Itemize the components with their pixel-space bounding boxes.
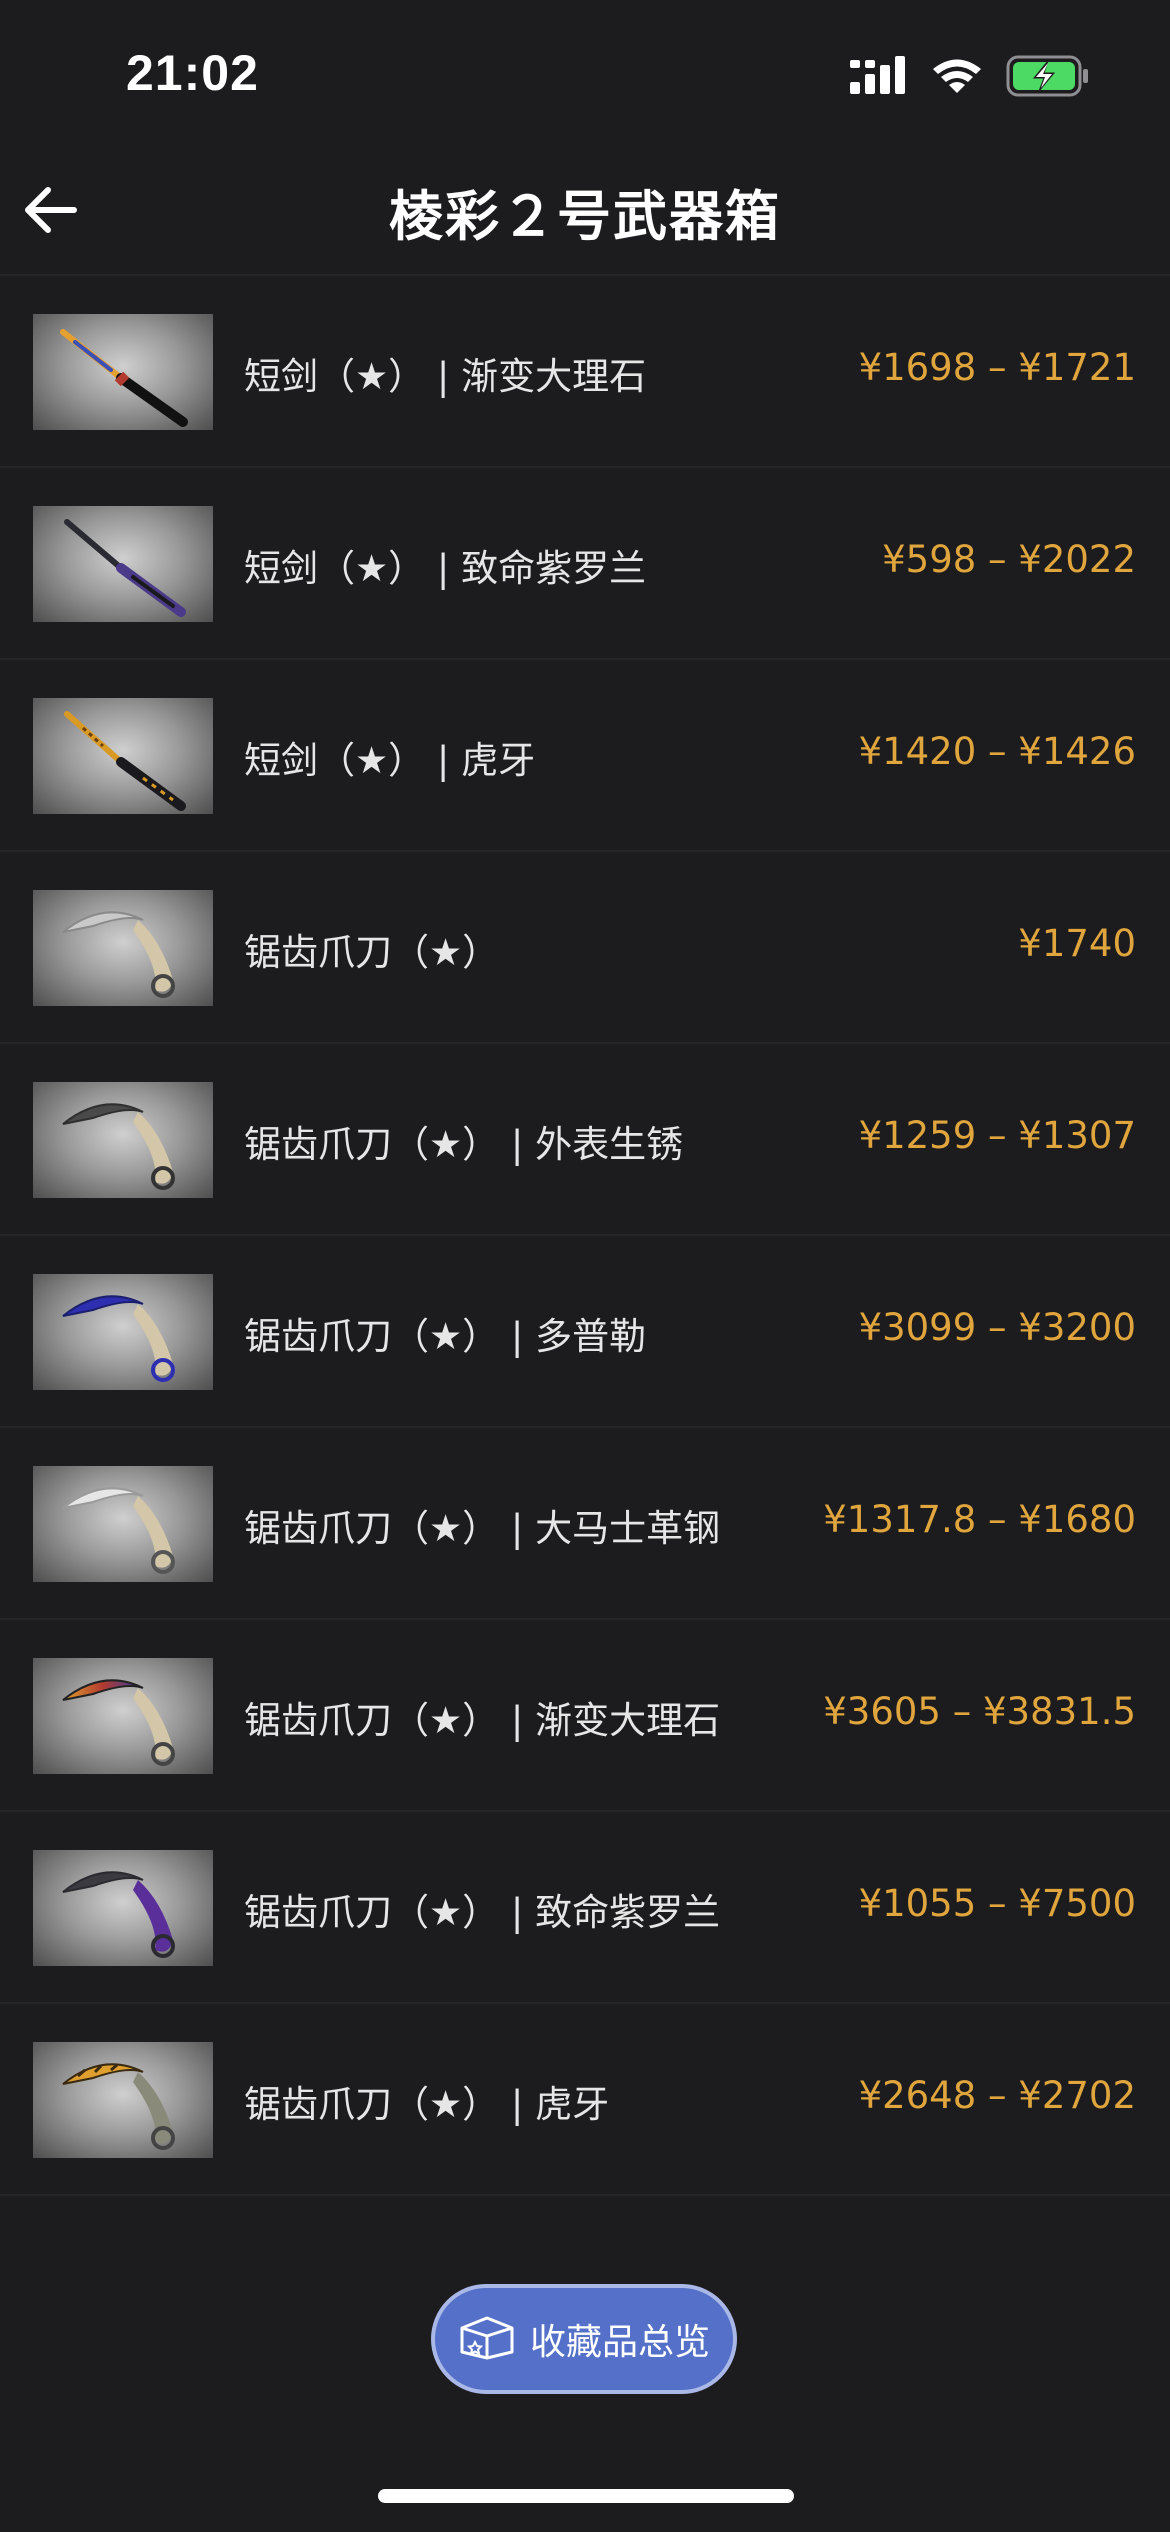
home-indicator bbox=[378, 2489, 794, 2503]
list-item[interactable]: 短剑（★） | 虎牙 ¥1420 – ¥1426 bbox=[0, 660, 1170, 852]
status-bar: 21:02 bbox=[0, 0, 1170, 150]
list-item[interactable]: 锯齿爪刀（★） | 大马士革钢 ¥1317.8 – ¥1680 bbox=[0, 1428, 1170, 1620]
item-price: ¥1740 bbox=[1018, 922, 1136, 965]
karambit-icon bbox=[62, 1871, 175, 1958]
item-price: ¥1055 – ¥7500 bbox=[858, 1882, 1136, 1925]
item-thumbnail bbox=[33, 314, 213, 430]
list-item[interactable]: 短剑（★） | 致命紫罗兰 ¥598 – ¥2022 bbox=[0, 468, 1170, 660]
item-name: 锯齿爪刀（★） | 大马士革钢 bbox=[244, 1507, 721, 1550]
list-item[interactable]: 锯齿爪刀（★） | 虎牙 ¥2648 – ¥2702 bbox=[0, 2004, 1170, 2196]
item-price: ¥1259 – ¥1307 bbox=[858, 1114, 1136, 1157]
collection-overview-button[interactable]: 收藏品总览 bbox=[431, 2284, 737, 2394]
item-name: 锯齿爪刀（★） | 渐变大理石 bbox=[244, 1699, 721, 1742]
box-icon bbox=[458, 2314, 516, 2364]
item-thumbnail bbox=[33, 1274, 213, 1390]
item-name: 短剑（★） | 渐变大理石 bbox=[244, 355, 647, 398]
header: 棱彩２号武器箱 bbox=[0, 150, 1170, 276]
item-price: ¥2648 – ¥2702 bbox=[858, 2074, 1136, 2117]
stiletto-knife-icon bbox=[64, 711, 186, 811]
item-price: ¥3605 – ¥3831.5 bbox=[823, 1690, 1136, 1733]
wifi-icon bbox=[930, 56, 984, 100]
karambit-icon bbox=[62, 2063, 175, 2150]
item-name: 短剑（★） | 致命紫罗兰 bbox=[244, 547, 647, 590]
status-icons bbox=[850, 55, 1090, 101]
karambit-icon bbox=[62, 911, 175, 998]
item-thumbnail bbox=[33, 1082, 213, 1198]
item-name: 锯齿爪刀（★） | 多普勒 bbox=[244, 1315, 647, 1358]
list-item[interactable]: 锯齿爪刀（★） | 外表生锈 ¥1259 – ¥1307 bbox=[0, 1044, 1170, 1236]
item-thumbnail bbox=[33, 2042, 213, 2158]
cellular-signal-icon bbox=[850, 56, 908, 100]
item-price: ¥1698 – ¥1721 bbox=[858, 346, 1136, 389]
item-price: ¥3099 – ¥3200 bbox=[858, 1306, 1136, 1349]
collection-overview-label: 收藏品总览 bbox=[529, 2322, 710, 2363]
list-item[interactable]: 锯齿爪刀（★） | 渐变大理石 ¥3605 – ¥3831.5 bbox=[0, 1620, 1170, 1812]
item-price: ¥1420 – ¥1426 bbox=[858, 730, 1136, 773]
item-list: 短剑（★） | 渐变大理石 ¥1698 – ¥1721 短剑（★） | 致命紫罗… bbox=[0, 276, 1170, 2196]
item-price: ¥598 – ¥2022 bbox=[882, 538, 1136, 581]
battery-charging-icon bbox=[1006, 55, 1090, 101]
stiletto-knife-icon bbox=[64, 519, 186, 617]
list-item[interactable]: 锯齿爪刀（★） ¥1740 bbox=[0, 852, 1170, 1044]
item-thumbnail bbox=[33, 890, 213, 1006]
status-time: 21:02 bbox=[126, 45, 259, 101]
list-item[interactable]: 锯齿爪刀（★） | 致命紫罗兰 ¥1055 – ¥7500 bbox=[0, 1812, 1170, 2004]
karambit-icon bbox=[62, 1103, 175, 1190]
item-name: 短剑（★） | 虎牙 bbox=[244, 739, 536, 782]
karambit-icon bbox=[62, 1295, 175, 1382]
item-thumbnail bbox=[33, 698, 213, 814]
item-thumbnail bbox=[33, 1850, 213, 1966]
item-name: 锯齿爪刀（★） | 外表生锈 bbox=[244, 1123, 684, 1166]
list-item[interactable]: 锯齿爪刀（★） | 多普勒 ¥3099 – ¥3200 bbox=[0, 1236, 1170, 1428]
page-title: 棱彩２号武器箱 bbox=[389, 185, 781, 248]
item-price: ¥1317.8 – ¥1680 bbox=[823, 1498, 1136, 1541]
item-thumbnail bbox=[33, 1466, 213, 1582]
karambit-icon bbox=[62, 1487, 175, 1574]
list-item[interactable]: 短剑（★） | 渐变大理石 ¥1698 – ¥1721 bbox=[0, 276, 1170, 468]
item-name: 锯齿爪刀（★） | 致命紫罗兰 bbox=[244, 1891, 721, 1934]
item-thumbnail bbox=[33, 506, 213, 622]
karambit-icon bbox=[62, 1679, 175, 1766]
item-name: 锯齿爪刀（★） | 虎牙 bbox=[244, 2083, 610, 2126]
item-name: 锯齿爪刀（★） bbox=[244, 931, 500, 974]
item-thumbnail bbox=[33, 1658, 213, 1774]
stiletto-knife-icon bbox=[60, 329, 188, 427]
